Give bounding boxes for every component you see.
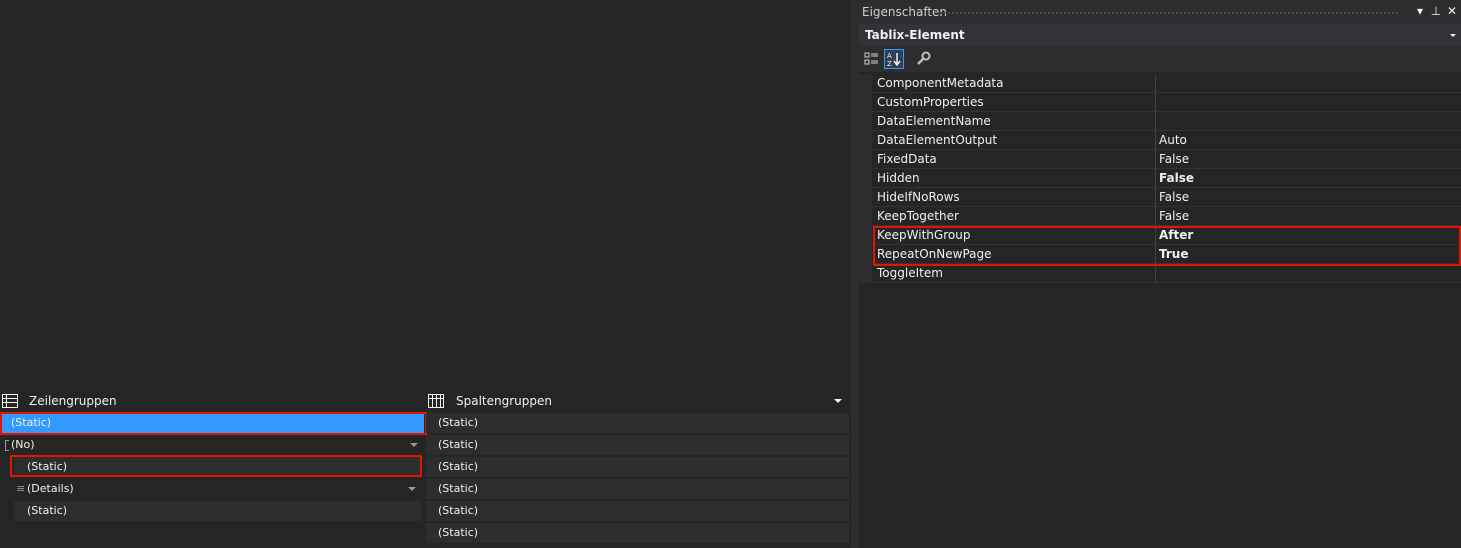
column-groups-icon — [428, 394, 444, 408]
column-group-label: (Static) — [438, 460, 479, 473]
properties-title-bar: Eigenschaften ▾ ⊥ ✕ — [859, 0, 1461, 24]
svg-text:A: A — [887, 52, 892, 60]
row-group-label: (Static) — [27, 504, 68, 517]
property-row[interactable]: Hidden False — [859, 169, 1461, 188]
column-group-static[interactable]: (Static) — [426, 435, 849, 455]
property-name: FixedData — [877, 152, 937, 166]
categorized-icon[interactable] — [862, 49, 882, 69]
property-value[interactable]: False — [1159, 150, 1189, 169]
column-group-label: (Static) — [438, 438, 479, 451]
property-name: ComponentMetadata — [877, 76, 1004, 90]
property-row[interactable]: ComponentMetadata — [859, 74, 1461, 93]
alphabetical-sort-icon[interactable]: A Z — [884, 49, 904, 69]
property-value[interactable]: Auto — [1159, 131, 1187, 150]
properties-window: Eigenschaften ▾ ⊥ ✕ Tablix-Element A Z C… — [859, 0, 1461, 548]
window-menu-icon[interactable]: ▾ — [1413, 4, 1427, 18]
object-selector[interactable]: Tablix-Element — [859, 24, 1461, 46]
property-name: HideIfNoRows — [877, 190, 960, 204]
group-bracket-icon — [5, 440, 9, 451]
title-grip[interactable] — [939, 11, 1399, 16]
property-row[interactable]: HideIfNoRows False — [859, 188, 1461, 207]
row-groups-title: Zeilengruppen — [29, 394, 117, 408]
property-name: ToggleItem — [877, 266, 943, 280]
highlight-box — [0, 412, 427, 435]
column-group-label: (Static) — [438, 526, 479, 539]
property-name: KeepTogether — [877, 209, 959, 223]
column-group-label: (Static) — [438, 416, 479, 429]
column-group-static[interactable]: (Static) — [426, 457, 849, 477]
property-row[interactable]: FixedData False — [859, 150, 1461, 169]
highlight-box — [10, 455, 422, 477]
column-group-static[interactable]: (Static) — [426, 501, 849, 521]
highlight-box — [873, 226, 1461, 266]
chevron-down-icon[interactable] — [834, 399, 842, 403]
report-design-surface[interactable] — [0, 0, 851, 385]
property-value[interactable]: False — [1159, 188, 1189, 207]
pin-icon[interactable]: ⊥ — [1429, 4, 1443, 18]
column-groups-title: Spaltengruppen — [456, 394, 552, 408]
property-value[interactable]: False — [1159, 169, 1194, 188]
property-value[interactable]: False — [1159, 207, 1189, 226]
property-row[interactable]: DataElementName — [859, 112, 1461, 131]
properties-toolbar: A Z — [859, 46, 1461, 72]
row-group-label: (Details) — [27, 482, 74, 495]
row-groups-header: Zeilengruppen — [0, 393, 424, 410]
property-row[interactable]: KeepTogether False — [859, 207, 1461, 226]
property-name: CustomProperties — [877, 95, 984, 109]
property-row[interactable]: CustomProperties — [859, 93, 1461, 112]
details-icon: ≡ — [16, 482, 26, 495]
row-groups-icon — [2, 394, 18, 408]
property-row[interactable]: ToggleItem — [859, 264, 1461, 283]
column-groups-header: Spaltengruppen — [426, 393, 850, 410]
column-group-static[interactable]: (Static) — [426, 413, 849, 433]
close-icon[interactable]: ✕ — [1445, 4, 1459, 18]
selected-object-name: Tablix-Element — [865, 28, 965, 42]
chevron-down-icon[interactable] — [410, 443, 418, 447]
svg-text:Z: Z — [887, 60, 892, 68]
row-group-details[interactable]: ≡ (Details) — [14, 479, 422, 499]
chevron-down-icon[interactable] — [408, 487, 416, 491]
column-group-static[interactable]: (Static) — [426, 523, 849, 543]
column-group-label: (Static) — [438, 504, 479, 517]
row-group-no[interactable]: (No) — [2, 435, 424, 455]
column-group-static[interactable]: (Static) — [426, 479, 849, 499]
property-name: DataElementOutput — [877, 133, 998, 147]
grouping-pane: Zeilengruppen Spaltengruppen (Static) (N… — [0, 385, 851, 548]
properties-window-title: Eigenschaften — [862, 5, 948, 19]
property-row[interactable]: DataElementOutput Auto — [859, 131, 1461, 150]
row-group-static-3[interactable]: (Static) — [14, 501, 422, 521]
property-name: Hidden — [877, 171, 920, 185]
chevron-down-icon[interactable] — [1450, 34, 1456, 37]
property-pages-icon[interactable] — [914, 49, 934, 69]
pane-splitter[interactable] — [851, 0, 859, 548]
property-name: DataElementName — [877, 114, 991, 128]
row-group-label: (No) — [11, 438, 35, 451]
column-group-label: (Static) — [438, 482, 479, 495]
